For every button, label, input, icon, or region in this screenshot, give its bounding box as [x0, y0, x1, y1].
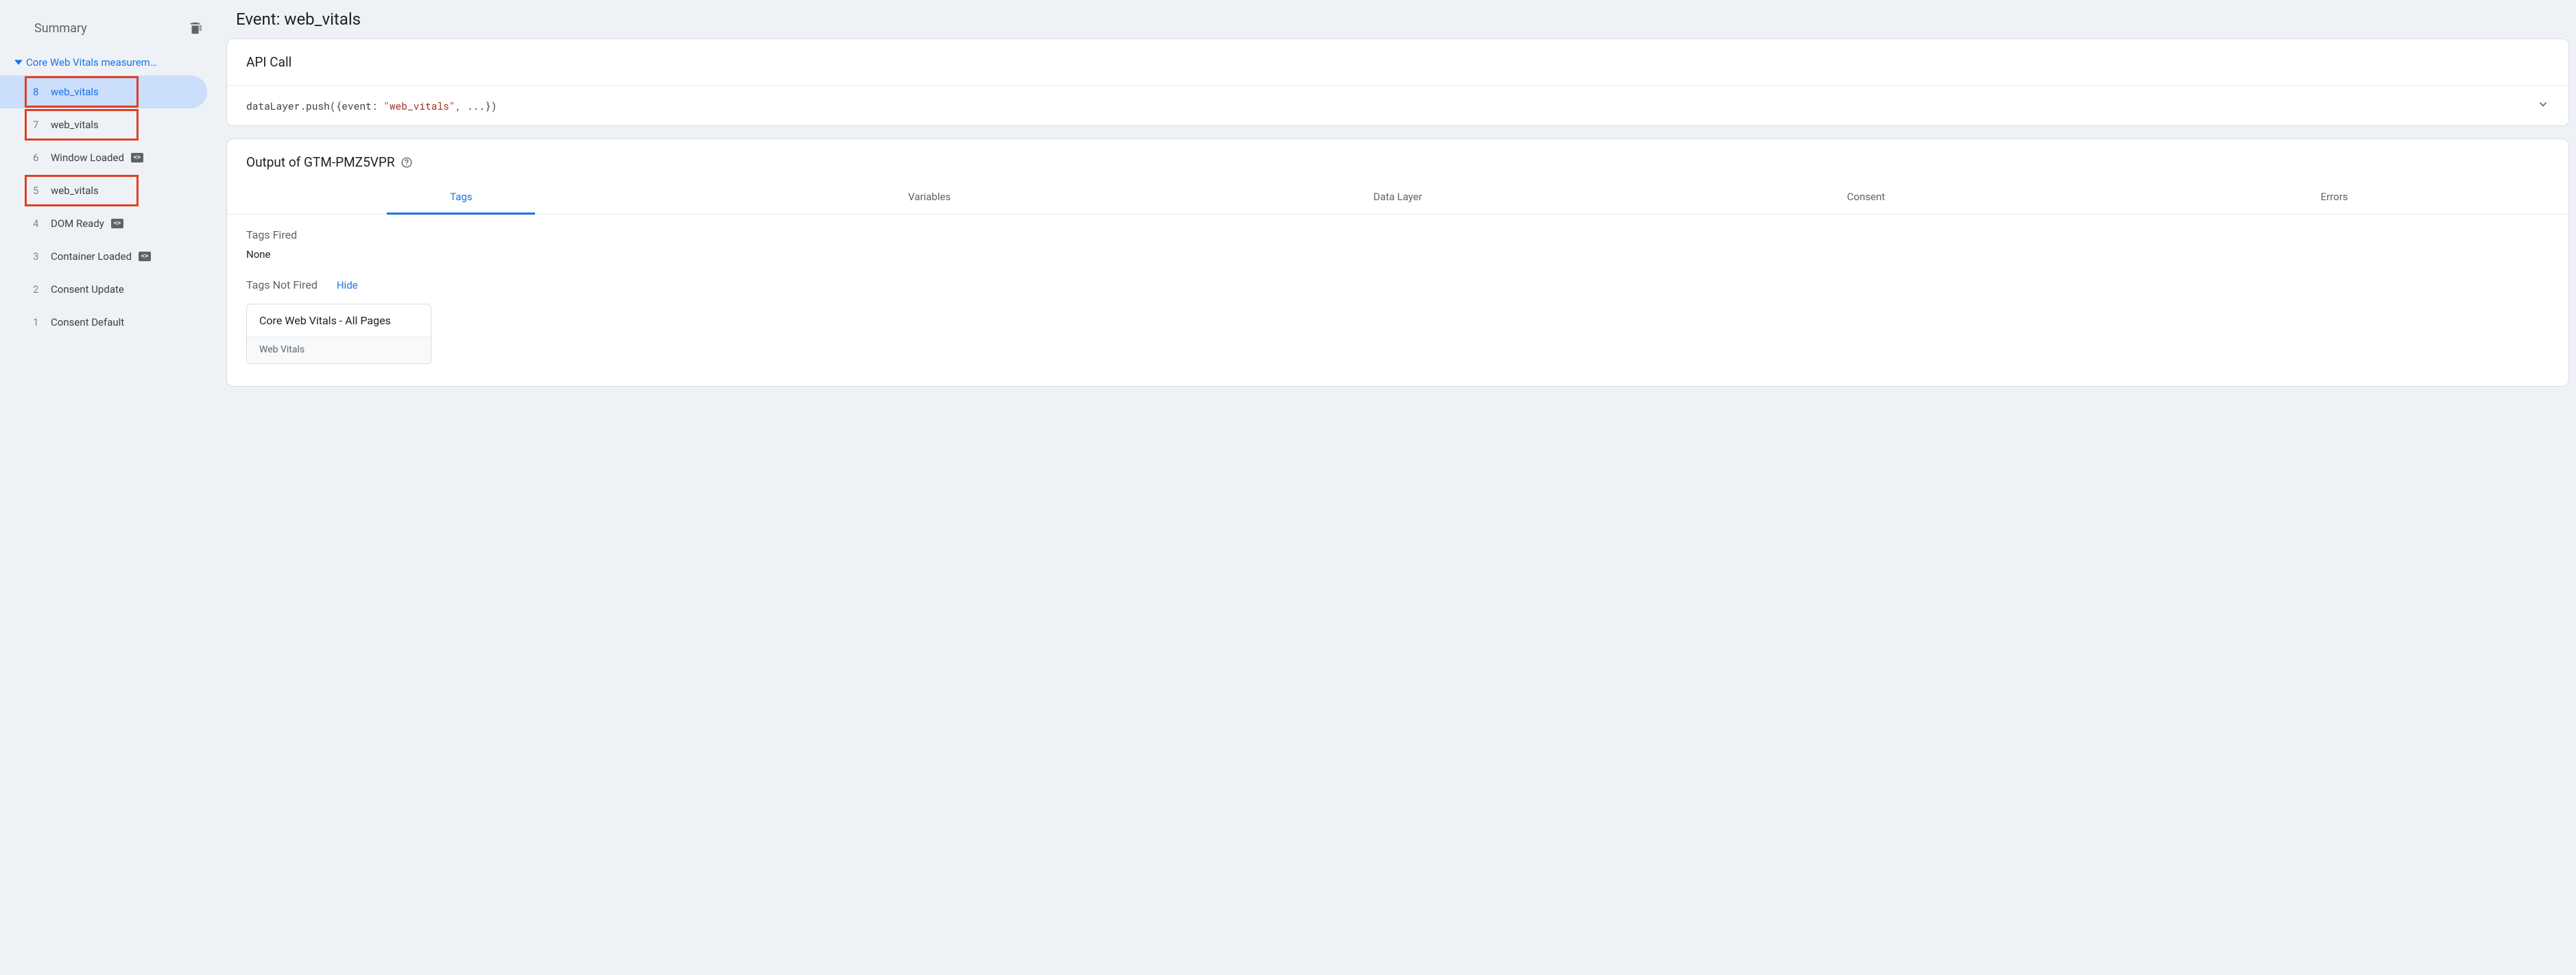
- event-item[interactable]: 2Consent Update: [0, 273, 207, 306]
- main-content: Event: web_vitals API Call dataLayer.pus…: [219, 0, 2576, 975]
- caret-down-icon: [11, 58, 26, 67]
- tab-errors[interactable]: Errors: [2100, 180, 2568, 214]
- sidebar: Summary Core Web Vi: [0, 0, 219, 975]
- output-title: Output of GTM-PMZ5VPR: [246, 154, 395, 170]
- event-label: Consent Update: [51, 283, 124, 296]
- tab-variables[interactable]: Variables: [695, 180, 1164, 214]
- event-index: 4: [33, 217, 51, 230]
- event-index: 5: [33, 184, 51, 197]
- sidebar-group-header[interactable]: Core Web Vitals measurem…: [0, 49, 219, 75]
- api-call-card: API Call dataLayer.push({event: "web_vit…: [226, 38, 2569, 126]
- event-label: Window Loaded: [51, 152, 124, 164]
- page-title: Event: web_vitals: [226, 5, 2569, 38]
- help-icon[interactable]: [401, 156, 413, 169]
- event-item[interactable]: 5web_vitals: [0, 174, 207, 207]
- event-label: web_vitals: [51, 184, 99, 197]
- event-index: 8: [33, 86, 51, 98]
- tags-fired-value: None: [246, 248, 2549, 261]
- event-item[interactable]: 6Window Loaded <>: [0, 141, 207, 174]
- code-badge-icon: <>: [131, 153, 143, 162]
- event-index: 2: [33, 283, 51, 296]
- hide-link[interactable]: Hide: [337, 279, 358, 291]
- tag-card[interactable]: Core Web Vitals - All Pages Web Vitals: [246, 304, 431, 364]
- tab-data-layer[interactable]: Data Layer: [1164, 180, 1632, 214]
- event-item[interactable]: 1Consent Default: [0, 306, 207, 339]
- event-list: 8web_vitals7web_vitals6Window Loaded<>5w…: [0, 75, 219, 339]
- event-index: 7: [33, 119, 51, 131]
- api-call-code: dataLayer.push({event: "web_vitals", ...…: [246, 99, 2537, 112]
- event-index: 1: [33, 316, 51, 328]
- code-badge-icon: <>: [139, 252, 151, 261]
- chevron-down-icon[interactable]: [2537, 98, 2549, 113]
- event-item[interactable]: 7web_vitals: [0, 108, 207, 141]
- tags-not-fired-label: Tags Not Fired Hide: [246, 278, 2549, 291]
- code-badge-icon: <>: [111, 219, 123, 228]
- tag-card-type: Web Vitals: [247, 337, 431, 363]
- clear-icon[interactable]: [188, 21, 203, 36]
- api-call-row[interactable]: dataLayer.push({event: "web_vitals", ...…: [227, 86, 2568, 125]
- api-call-header: API Call: [227, 39, 2568, 85]
- event-label: DOM Ready: [51, 217, 104, 230]
- tab-tags[interactable]: Tags: [227, 180, 695, 214]
- output-header: Output of GTM-PMZ5VPR: [227, 139, 2568, 170]
- output-card: Output of GTM-PMZ5VPR TagsVariablesData …: [226, 139, 2569, 387]
- event-item[interactable]: 8web_vitals: [0, 75, 207, 108]
- event-index: 6: [33, 152, 51, 164]
- summary-header: Summary: [0, 12, 219, 49]
- event-label: Consent Default: [51, 316, 124, 328]
- event-label: web_vitals: [51, 86, 99, 98]
- event-label: web_vitals: [51, 119, 99, 131]
- tag-card-name: Core Web Vitals - All Pages: [247, 304, 431, 337]
- tab-consent[interactable]: Consent: [1632, 180, 2100, 214]
- event-index: 3: [33, 250, 51, 263]
- event-label: Container Loaded: [51, 250, 132, 263]
- output-tabs: TagsVariablesData LayerConsentErrors: [227, 180, 2568, 215]
- sidebar-group-label: Core Web Vitals measurem…: [26, 56, 213, 69]
- summary-title: Summary: [34, 21, 188, 36]
- tags-fired-label: Tags Fired: [246, 228, 2549, 241]
- event-item[interactable]: 4DOM Ready <>: [0, 207, 207, 240]
- event-item[interactable]: 3Container Loaded <>: [0, 240, 207, 273]
